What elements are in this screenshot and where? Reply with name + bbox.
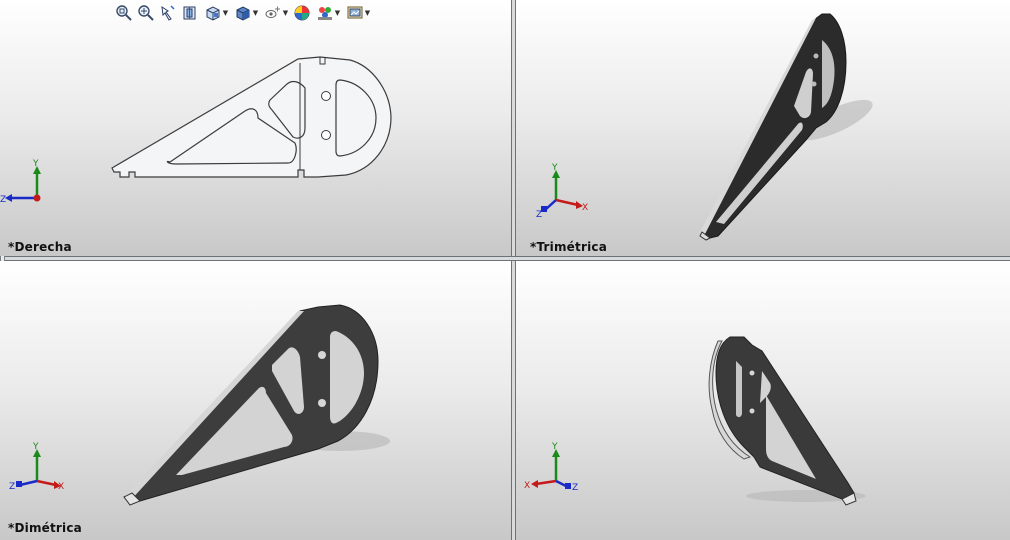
viewport-label: *Dimétrica	[8, 521, 82, 535]
z-axis-label: Z	[536, 210, 542, 220]
z-axis-label: Z	[572, 483, 578, 493]
coordinate-triad: Y X Z	[524, 442, 578, 493]
z-axis-label: Z	[0, 195, 6, 205]
y-axis-label: Y	[551, 442, 558, 452]
x-axis-label: X	[582, 203, 588, 213]
coordinate-triad: Y X Z	[536, 163, 588, 220]
viewport-right-view[interactable]: ▼ ▼ ▼ ▼ ▼ Y Z *Derecha	[0, 0, 511, 256]
x-axis-label: X	[524, 481, 530, 491]
coordinate-triad: Y X Z	[9, 442, 64, 492]
y-axis-label: Y	[551, 163, 558, 173]
viewport-isometric-view[interactable]: Y X Z	[516, 261, 1010, 540]
viewport-label: *Trimétrica	[530, 240, 607, 254]
viewport-trimetric-view[interactable]: Y X Z *Trimétrica	[516, 0, 1010, 256]
y-axis-label: Y	[32, 159, 39, 169]
viewport-dimetric-view[interactable]: Y X Z *Dimétrica	[0, 261, 511, 540]
y-axis-label: Y	[32, 442, 39, 452]
viewport-label: *Derecha	[8, 240, 72, 254]
z-axis-label: Z	[9, 482, 15, 492]
coordinate-triad: Y Z	[0, 159, 41, 205]
x-axis-label: X	[58, 482, 64, 492]
